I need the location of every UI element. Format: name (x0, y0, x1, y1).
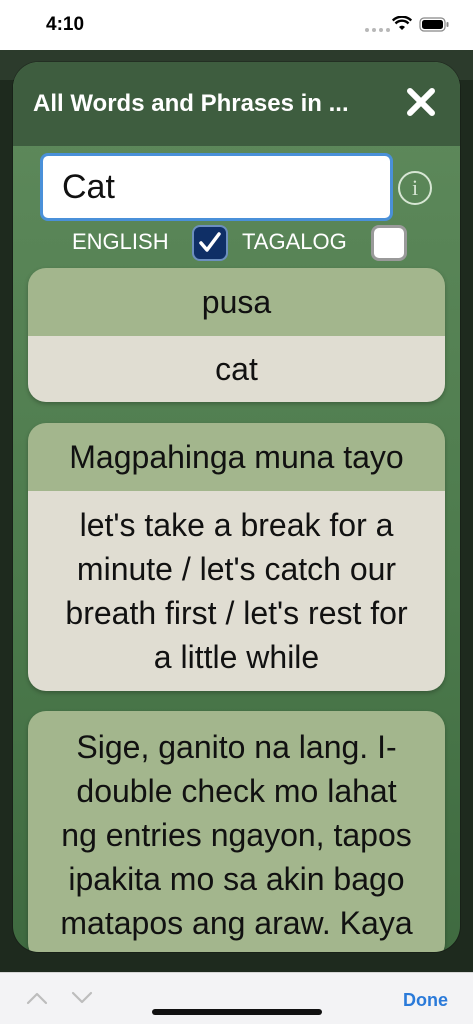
battery-icon (419, 17, 449, 32)
done-button[interactable]: Done (403, 990, 448, 1011)
tagalog-text: Sige, ganito na lang. I- double check mo… (28, 711, 445, 952)
wifi-icon (392, 16, 412, 30)
info-button[interactable]: i (398, 171, 432, 205)
tagalog-text-line: Sige, ganito na lang. I- (76, 729, 397, 765)
tagalog-text-line: double check mo lahat (76, 773, 397, 809)
modal-header: All Words and Phrases in ... (13, 62, 460, 146)
english-checkbox[interactable] (192, 225, 228, 261)
tagalog-checkbox[interactable] (371, 225, 407, 261)
result-card[interactable]: Magpahinga muna tayo let's take a break … (28, 423, 445, 691)
modal-title: All Words and Phrases in ... (33, 90, 349, 117)
english-text-line: breath first / let's rest for (65, 595, 408, 631)
tagalog-text-line: ipakita mo sa akin bago (68, 861, 405, 897)
english-label: ENGLISH (72, 229, 169, 254)
status-bar: 4:10 (0, 0, 473, 50)
english-text-line: a little while (153, 639, 320, 675)
english-text: cat (28, 336, 445, 402)
checkmark-icon (199, 232, 221, 252)
cellular-signal-icon (365, 28, 390, 32)
result-card[interactable]: Sige, ganito na lang. I- double check mo… (28, 711, 445, 952)
english-text-line: let's take a break for a (79, 507, 394, 543)
chevron-down-icon[interactable] (71, 991, 93, 1005)
tagalog-text: Magpahinga muna tayo (28, 423, 445, 491)
tagalog-text: pusa (28, 268, 445, 336)
keyboard-accessory-bar: Done (0, 972, 473, 1024)
english-text: let's take a break for a minute / let's … (28, 491, 445, 691)
result-card[interactable]: pusa cat (28, 268, 445, 402)
tagalog-text-line: ng entries ngayon, tapos (61, 817, 412, 853)
search-modal: All Words and Phrases in ... i ENGLISH T… (13, 62, 460, 952)
english-text-line: minute / let's catch our (76, 551, 397, 587)
tagalog-label: TAGALOG (242, 229, 347, 254)
info-icon: i (411, 175, 419, 200)
search-input[interactable] (40, 153, 393, 221)
tagalog-text-line: matapos ang araw. Kaya (60, 905, 413, 941)
close-icon (407, 88, 435, 116)
chevron-up-icon[interactable] (26, 991, 48, 1005)
close-button[interactable] (401, 82, 441, 122)
home-indicator (152, 1009, 322, 1015)
status-time: 4:10 (46, 14, 85, 35)
